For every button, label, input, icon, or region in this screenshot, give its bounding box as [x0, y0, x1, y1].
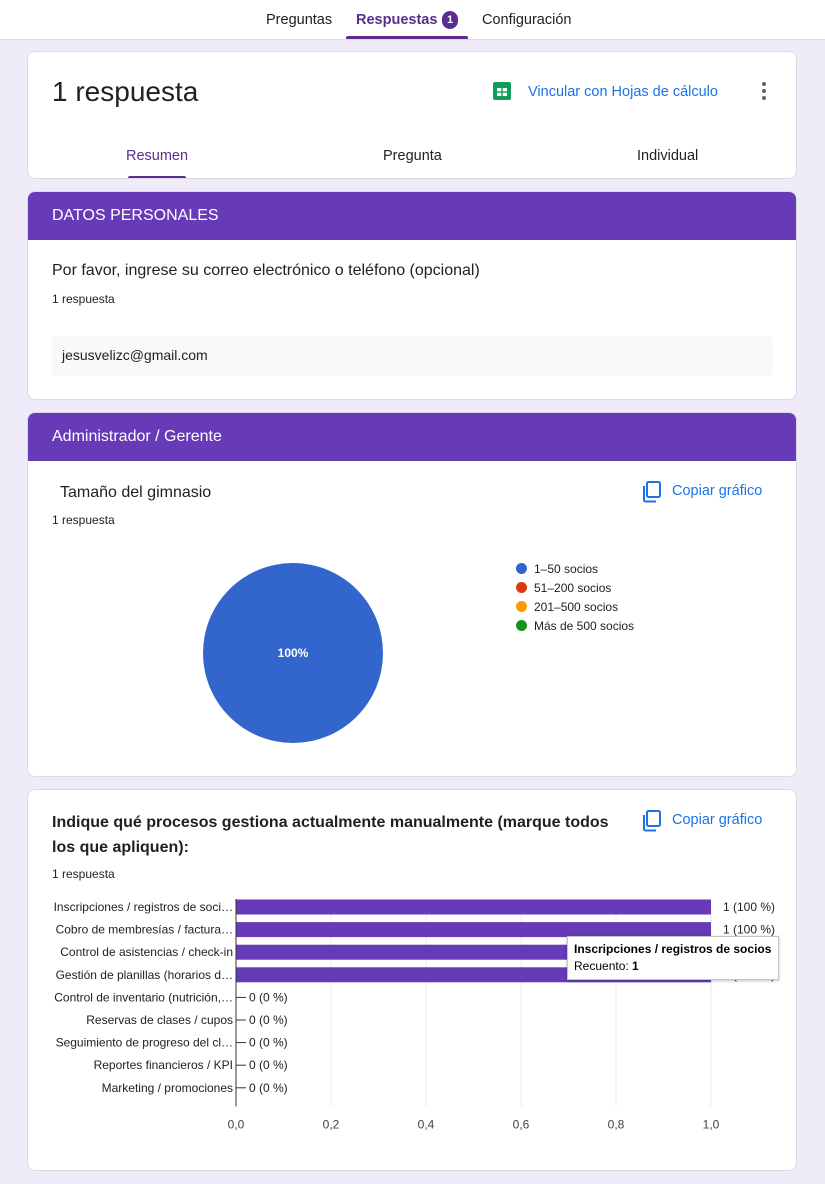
x-tick-label: 0,0 — [228, 1117, 245, 1131]
summary-card: 1 respuesta Vincular con Hojas de cálcul… — [27, 51, 797, 179]
bar-value-label: 0 (0 %) — [249, 1013, 288, 1027]
x-tick-label: 0,6 — [513, 1117, 530, 1131]
bar-value-label: 0 (0 %) — [249, 990, 288, 1004]
bar[interactable] — [236, 922, 711, 938]
response-count-title: 1 respuesta — [52, 76, 199, 107]
y-category-label: Cobro de membresías / factura… — [56, 923, 233, 937]
tooltip-count-label: Recuento: — [574, 959, 629, 973]
active-subtab-indicator — [128, 176, 186, 178]
tab-preguntas[interactable]: Preguntas — [266, 0, 332, 40]
legend-label: 201–500 socios — [534, 600, 619, 614]
y-category-label: Gestión de planillas (horarios d… — [56, 968, 233, 982]
tooltip-count: Recuento: 1 — [574, 958, 772, 975]
x-tick-label: 1,0 — [703, 1117, 720, 1131]
link-sheets-button[interactable]: Vincular con Hojas de cálculo — [528, 84, 718, 100]
tab-configuracion[interactable]: Configuración — [482, 0, 571, 40]
sheets-icon[interactable] — [493, 82, 511, 100]
y-category-label: Reportes financieros / KPI — [94, 1058, 233, 1072]
section-header: DATOS PERSONALES — [28, 192, 796, 240]
legend-label: Más de 500 socios — [534, 619, 635, 633]
legend-swatch — [516, 582, 527, 593]
subtab-individual[interactable]: Individual — [637, 148, 698, 164]
legend-swatch — [516, 620, 527, 631]
response-count-badge: 1 — [442, 11, 458, 29]
tooltip-count-value: 1 — [632, 959, 639, 973]
bar-value-label: 0 (0 %) — [249, 1058, 288, 1072]
subtab-resumen[interactable]: Resumen — [126, 148, 188, 164]
y-category-label: Marketing / promociones — [102, 1081, 233, 1095]
y-category-label: Control de inventario (nutrición,… — [54, 990, 233, 1004]
bar-value-label: 1 (100 %) — [723, 923, 775, 937]
bar[interactable] — [236, 899, 711, 915]
subtab-pregunta[interactable]: Pregunta — [383, 148, 442, 164]
section-admin-card: Administrador / Gerente Tamaño del gimna… — [27, 412, 797, 777]
pie-slice-label: 100% — [278, 646, 309, 660]
x-tick-label: 0,8 — [608, 1117, 625, 1131]
legend-label: 51–200 socios — [534, 581, 612, 595]
question-response-count: 1 respuesta — [52, 292, 115, 306]
chart-tooltip: Inscripciones / registros de socios Recu… — [567, 936, 779, 980]
y-category-label: Control de asistencias / check-in — [60, 945, 233, 959]
tab-respuestas[interactable]: Respuestas — [356, 0, 437, 40]
section-processes-card: Indique qué procesos gestiona actualment… — [27, 789, 797, 1171]
more-options-icon[interactable] — [761, 82, 767, 102]
y-category-label: Seguimiento de progreso del cl… — [56, 1036, 233, 1050]
bar-value-label: 1 (100 %) — [723, 900, 775, 914]
copy-chart-button[interactable]: Copiar gráfico — [672, 483, 762, 499]
bar-value-label: 0 (0 %) — [249, 1081, 288, 1095]
bar-chart: 0,0 0,2 0,4 0,6 0,8 1,0 Inscripciones / regist… — [54, 899, 775, 1131]
section-personal-data-card: DATOS PERSONALES Por favor, ingrese su c… — [27, 191, 797, 400]
x-tick-label: 0,4 — [418, 1117, 435, 1131]
section-header: Administrador / Gerente — [28, 413, 796, 461]
legend-swatch — [516, 601, 527, 612]
answer-item: jesusvelizc@gmail.com — [52, 336, 773, 376]
legend-label: 1–50 socios — [534, 562, 599, 576]
copy-icon[interactable] — [642, 481, 662, 503]
x-tick-label: 0,2 — [323, 1117, 340, 1131]
y-category-label: Reservas de clases / cupos — [86, 1013, 233, 1027]
question-title: Por favor, ingrese su correo electrónico… — [52, 262, 480, 279]
y-category-label: Inscripciones / registros de soci… — [54, 900, 233, 914]
pie-chart: 100% — [203, 563, 383, 743]
bar-value-label: 0 (0 %) — [249, 1036, 288, 1050]
top-navigation: Preguntas Respuestas 1 Configuración — [0, 0, 825, 40]
legend-swatch — [516, 563, 527, 574]
active-tab-indicator — [346, 36, 468, 39]
tooltip-title: Inscripciones / registros de socios — [574, 942, 772, 956]
question-response-count: 1 respuesta — [52, 513, 115, 527]
question-title: Tamaño del gimnasio — [60, 484, 212, 501]
